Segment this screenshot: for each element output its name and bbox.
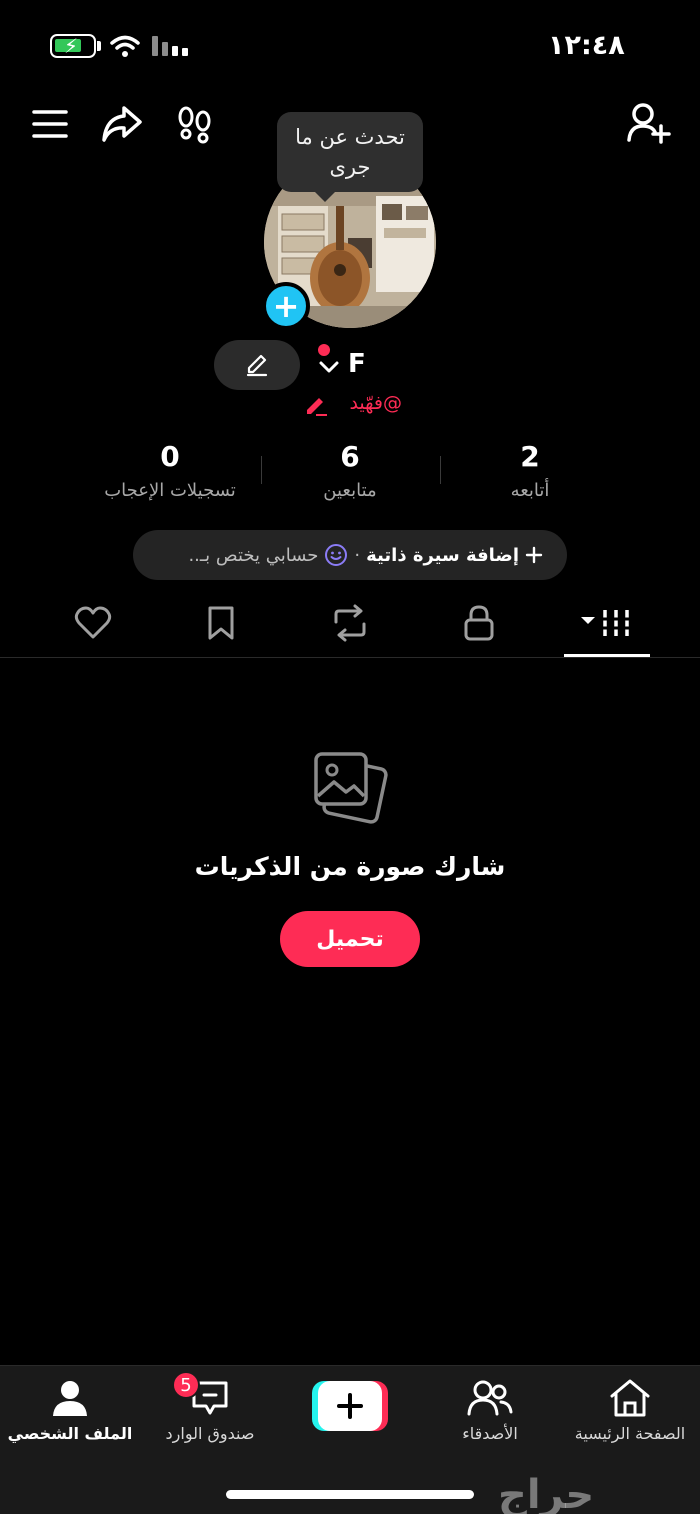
add-bio-button[interactable]: حسابي يختص بـ.. · إضافة سيرة ذاتية — [133, 530, 567, 580]
watermark-logo: حراج — [498, 1472, 595, 1514]
signal-icon — [152, 36, 188, 56]
battery-icon: ⚡ — [50, 34, 96, 58]
bio-separator: · — [354, 544, 361, 566]
friends-icon — [467, 1380, 513, 1416]
plus-icon — [525, 546, 543, 564]
stat-divider — [440, 456, 441, 484]
inbox-badge: 5 — [172, 1371, 200, 1399]
tab-private[interactable] — [449, 600, 509, 646]
heart-icon — [74, 606, 112, 639]
tooltip: تحدث عن ما جرى — [277, 112, 423, 202]
battery-tip — [97, 41, 101, 51]
add-story-button[interactable]: + — [262, 282, 310, 330]
tab-reposts[interactable] — [320, 600, 380, 646]
account-switcher[interactable]: F — [318, 342, 366, 386]
wifi-icon — [110, 35, 140, 57]
home-icon — [610, 1379, 650, 1417]
nav-home[interactable]: الصفحة الرئيسية — [560, 1376, 700, 1443]
empty-state-title: شارك صورة من الذكريات — [194, 852, 506, 881]
tab-videos[interactable] — [577, 600, 637, 646]
profile-icon — [53, 1381, 87, 1416]
nav-profile[interactable]: الملف الشخصي — [0, 1376, 140, 1443]
add-friend-icon[interactable] — [626, 102, 672, 144]
edit-username-icon[interactable] — [304, 394, 328, 416]
edit-profile-button[interactable] — [214, 340, 300, 390]
tabs-divider — [0, 657, 700, 658]
display-name: F — [348, 349, 366, 379]
stat-followers[interactable]: 6 متابعين — [260, 440, 440, 501]
chevron-down-icon — [319, 361, 339, 373]
share-icon[interactable] — [100, 104, 144, 144]
menu-icon[interactable] — [32, 108, 68, 140]
home-indicator[interactable] — [226, 1490, 474, 1499]
tab-liked[interactable] — [63, 600, 123, 646]
stat-divider — [261, 456, 262, 484]
videos-icon — [581, 610, 631, 636]
bio-add-label: إضافة سيرة ذاتية — [366, 544, 519, 566]
upload-button[interactable]: تحميل — [280, 911, 420, 967]
nav-inbox[interactable]: صندوق الوارد — [140, 1376, 280, 1443]
smile-icon — [325, 544, 348, 566]
stat-following[interactable]: 2 أتابعه — [440, 440, 620, 501]
photo-icon — [314, 752, 388, 824]
tab-favorites[interactable] — [191, 600, 251, 646]
lock-icon — [464, 605, 494, 641]
nav-friends[interactable]: الأصدقاء — [420, 1376, 560, 1443]
repost-icon — [334, 604, 366, 642]
status-time: ١٢:٤٨ — [548, 30, 625, 61]
stat-likes[interactable]: 0 تسجيلات الإعجاب — [80, 440, 260, 501]
footprints-icon[interactable] — [176, 104, 214, 144]
create-button[interactable] — [312, 1381, 388, 1431]
bio-hint: حسابي يختص بـ.. — [188, 544, 319, 566]
pencil-icon — [246, 354, 268, 377]
bookmark-icon — [208, 606, 234, 640]
